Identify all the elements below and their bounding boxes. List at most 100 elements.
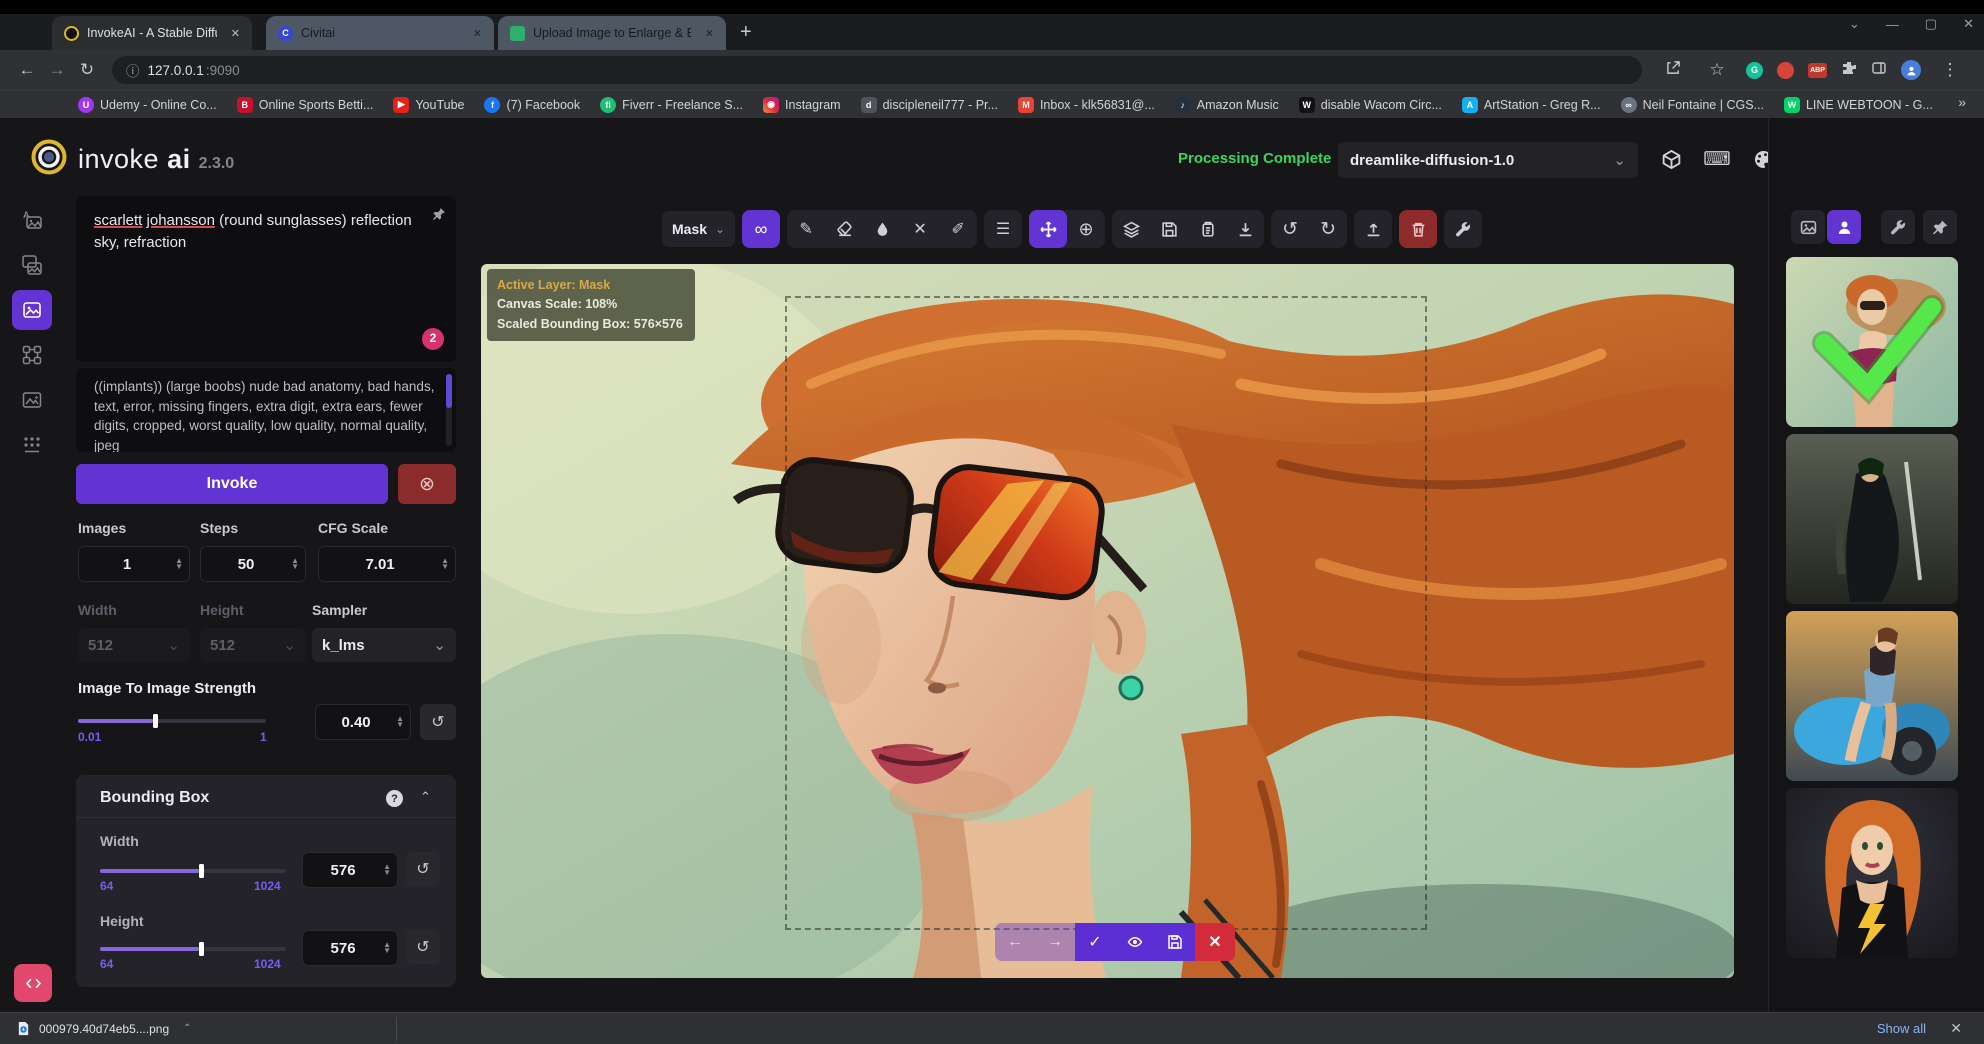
gallery-pin-button[interactable] — [1923, 210, 1957, 244]
bookmark-item[interactable]: fiFiverr - Freelance S... — [600, 97, 743, 113]
help-icon[interactable]: ? — [386, 790, 403, 807]
collapse-chevron-icon[interactable]: ⌃ — [420, 789, 431, 805]
bookmark-item[interactable]: ♪Amazon Music — [1175, 97, 1279, 113]
reset-view-button[interactable]: ⊕ — [1067, 210, 1105, 248]
download-image-button[interactable] — [1226, 210, 1264, 248]
brush-tool-button[interactable]: ✎ — [787, 210, 825, 248]
browser-tab-civitai[interactable]: C Civitai ✕ — [266, 16, 494, 50]
model-manager-icon[interactable] — [1658, 146, 1684, 172]
bbox-height-reset-button[interactable]: ↺ — [406, 930, 440, 964]
cancel-button[interactable]: ⊗ — [398, 464, 456, 504]
stepper-icons[interactable]: ▲▼ — [383, 942, 391, 955]
new-tab-button[interactable]: + — [740, 21, 752, 44]
share-icon[interactable] — [1658, 60, 1688, 80]
previous-image-button[interactable]: ← — [995, 923, 1035, 961]
next-image-button[interactable]: → — [1035, 923, 1075, 961]
bbox-height-slider[interactable] — [100, 947, 286, 951]
site-info-icon[interactable]: ⓘ — [126, 60, 140, 80]
bookmark-item[interactable]: AArtStation - Greg R... — [1462, 97, 1601, 113]
gallery-thumbnail-3[interactable] — [1786, 611, 1958, 781]
color-picker-button[interactable]: ✐ — [939, 210, 977, 248]
bounding-box-selection[interactable] — [785, 296, 1427, 930]
height-select[interactable]: 512⌄ — [200, 628, 306, 662]
model-select[interactable]: dreamlike-diffusion-1.0 ⌄ — [1338, 142, 1638, 178]
tab-close-icon[interactable]: ✕ — [705, 27, 714, 40]
bookmark-item[interactable]: ∞Neil Fontaine | CGS... — [1621, 97, 1764, 113]
bookmark-item[interactable]: BOnline Sports Betti... — [237, 97, 374, 113]
pin-icon[interactable] — [432, 206, 446, 228]
tab-close-icon[interactable]: ✕ — [231, 27, 240, 40]
bookmark-item[interactable]: ◉Instagram — [763, 97, 841, 113]
maximize-button[interactable]: ▢ — [1925, 16, 1937, 32]
discard-image-button[interactable]: ✕ — [1195, 923, 1235, 961]
steps-input[interactable]: 50 ▲▼ — [200, 546, 306, 582]
tab-nodes[interactable] — [12, 335, 52, 375]
sampler-select[interactable]: k_lms⌄ — [312, 628, 456, 662]
bookmark-star-icon[interactable]: ☆ — [1702, 60, 1732, 80]
bookmark-item[interactable]: MInbox - klk56831@... — [1018, 97, 1155, 113]
gallery-results-toggle[interactable] — [1827, 210, 1861, 244]
gallery-settings-button[interactable] — [1881, 210, 1915, 244]
strength-input[interactable]: 0.40 ▲▼ — [315, 704, 411, 740]
undo-button[interactable]: ↺ — [1271, 210, 1309, 248]
bbox-width-input[interactable]: 576 ▲▼ — [302, 852, 398, 888]
show-all-downloads-link[interactable]: Show all — [1877, 1021, 1926, 1036]
width-select[interactable]: 512⌄ — [78, 628, 190, 662]
negative-prompt-input[interactable]: ((implants)) (large boobs) nude bad anat… — [76, 368, 456, 452]
bookmark-item[interactable]: UUdemy - Online Co... — [78, 97, 217, 113]
extensions-puzzle-icon[interactable] — [1841, 60, 1857, 81]
erase-bounding-box-button[interactable]: ✕ — [901, 210, 939, 248]
download-item[interactable]: 000979.40d74eb5....png ⌃ — [16, 1021, 192, 1036]
canvas-settings-button[interactable] — [1444, 210, 1482, 248]
strength-slider[interactable] — [78, 719, 266, 723]
bookmarks-overflow-icon[interactable]: » — [1958, 94, 1966, 110]
bbox-width-reset-button[interactable]: ↺ — [406, 852, 440, 886]
address-bar[interactable]: ⓘ 127.0.0.1:9090 — [112, 56, 1642, 84]
slider-handle[interactable] — [199, 864, 204, 878]
layer-select[interactable]: Mask ⌄ — [662, 211, 735, 247]
browser-tab-upload-image[interactable]: Upload Image to Enlarge & Enha ✕ — [498, 16, 726, 50]
gallery-thumbnail-2[interactable] — [1786, 434, 1958, 604]
slider-handle[interactable] — [199, 942, 204, 956]
tab-training[interactable] — [12, 425, 52, 465]
clear-canvas-button[interactable] — [1399, 210, 1437, 248]
fill-bounding-box-button[interactable] — [863, 210, 901, 248]
stepper-icons[interactable]: ▲▼ — [175, 558, 183, 571]
profile-avatar[interactable] — [1901, 60, 1921, 80]
merge-visible-button[interactable] — [1112, 210, 1150, 248]
tab-search-icon[interactable]: ⌄ — [1849, 16, 1860, 32]
close-window-button[interactable]: ✕ — [1963, 16, 1974, 32]
back-icon[interactable]: ← — [12, 60, 42, 80]
console-toggle-button[interactable] — [14, 964, 52, 1002]
tab-close-icon[interactable]: ✕ — [473, 27, 482, 40]
eraser-tool-button[interactable] — [825, 210, 863, 248]
stepper-icons[interactable]: ▲▼ — [291, 558, 299, 571]
hotkeys-keyboard-icon[interactable]: ⌨ — [1704, 146, 1730, 172]
forward-icon[interactable]: → — [42, 60, 72, 80]
accept-image-button[interactable]: ✓ — [1075, 923, 1115, 961]
tab-image-to-image[interactable] — [12, 245, 52, 285]
browser-menu-icon[interactable]: ⋮ — [1935, 60, 1965, 80]
images-input[interactable]: 1 ▲▼ — [78, 546, 190, 582]
upload-image-button[interactable] — [1354, 210, 1392, 248]
minimize-button[interactable]: — — [1886, 17, 1899, 32]
brush-options-button[interactable]: ☰ — [984, 210, 1022, 248]
grammarly-extension-icon[interactable]: G — [1746, 62, 1763, 79]
bookmark-item[interactable]: ▶YouTube — [393, 97, 464, 113]
bbox-width-slider[interactable] — [100, 869, 286, 873]
move-tool-button[interactable] — [1029, 210, 1067, 248]
browser-tab-invokeai[interactable]: InvokeAI - A Stable Diffusion Too ✕ — [52, 16, 252, 50]
redo-button[interactable]: ↻ — [1309, 210, 1347, 248]
scrollbar-thumb[interactable] — [446, 374, 452, 408]
enable-mask-button[interactable]: ∞ — [742, 210, 780, 248]
bookmark-item[interactable]: Wdisable Wacom Circ... — [1299, 97, 1442, 113]
chevron-up-icon[interactable]: ⌃ — [183, 1023, 191, 1034]
copy-to-clipboard-button[interactable] — [1188, 210, 1226, 248]
tab-unified-canvas[interactable] — [12, 290, 52, 330]
tab-post-processing[interactable] — [12, 380, 52, 420]
slider-handle[interactable] — [153, 714, 158, 728]
adblock-extension-icon[interactable]: ABP — [1808, 63, 1827, 78]
stepper-icons[interactable]: ▲▼ — [383, 864, 391, 877]
gallery-images-toggle[interactable] — [1791, 210, 1825, 244]
strength-reset-button[interactable]: ↺ — [420, 704, 456, 740]
